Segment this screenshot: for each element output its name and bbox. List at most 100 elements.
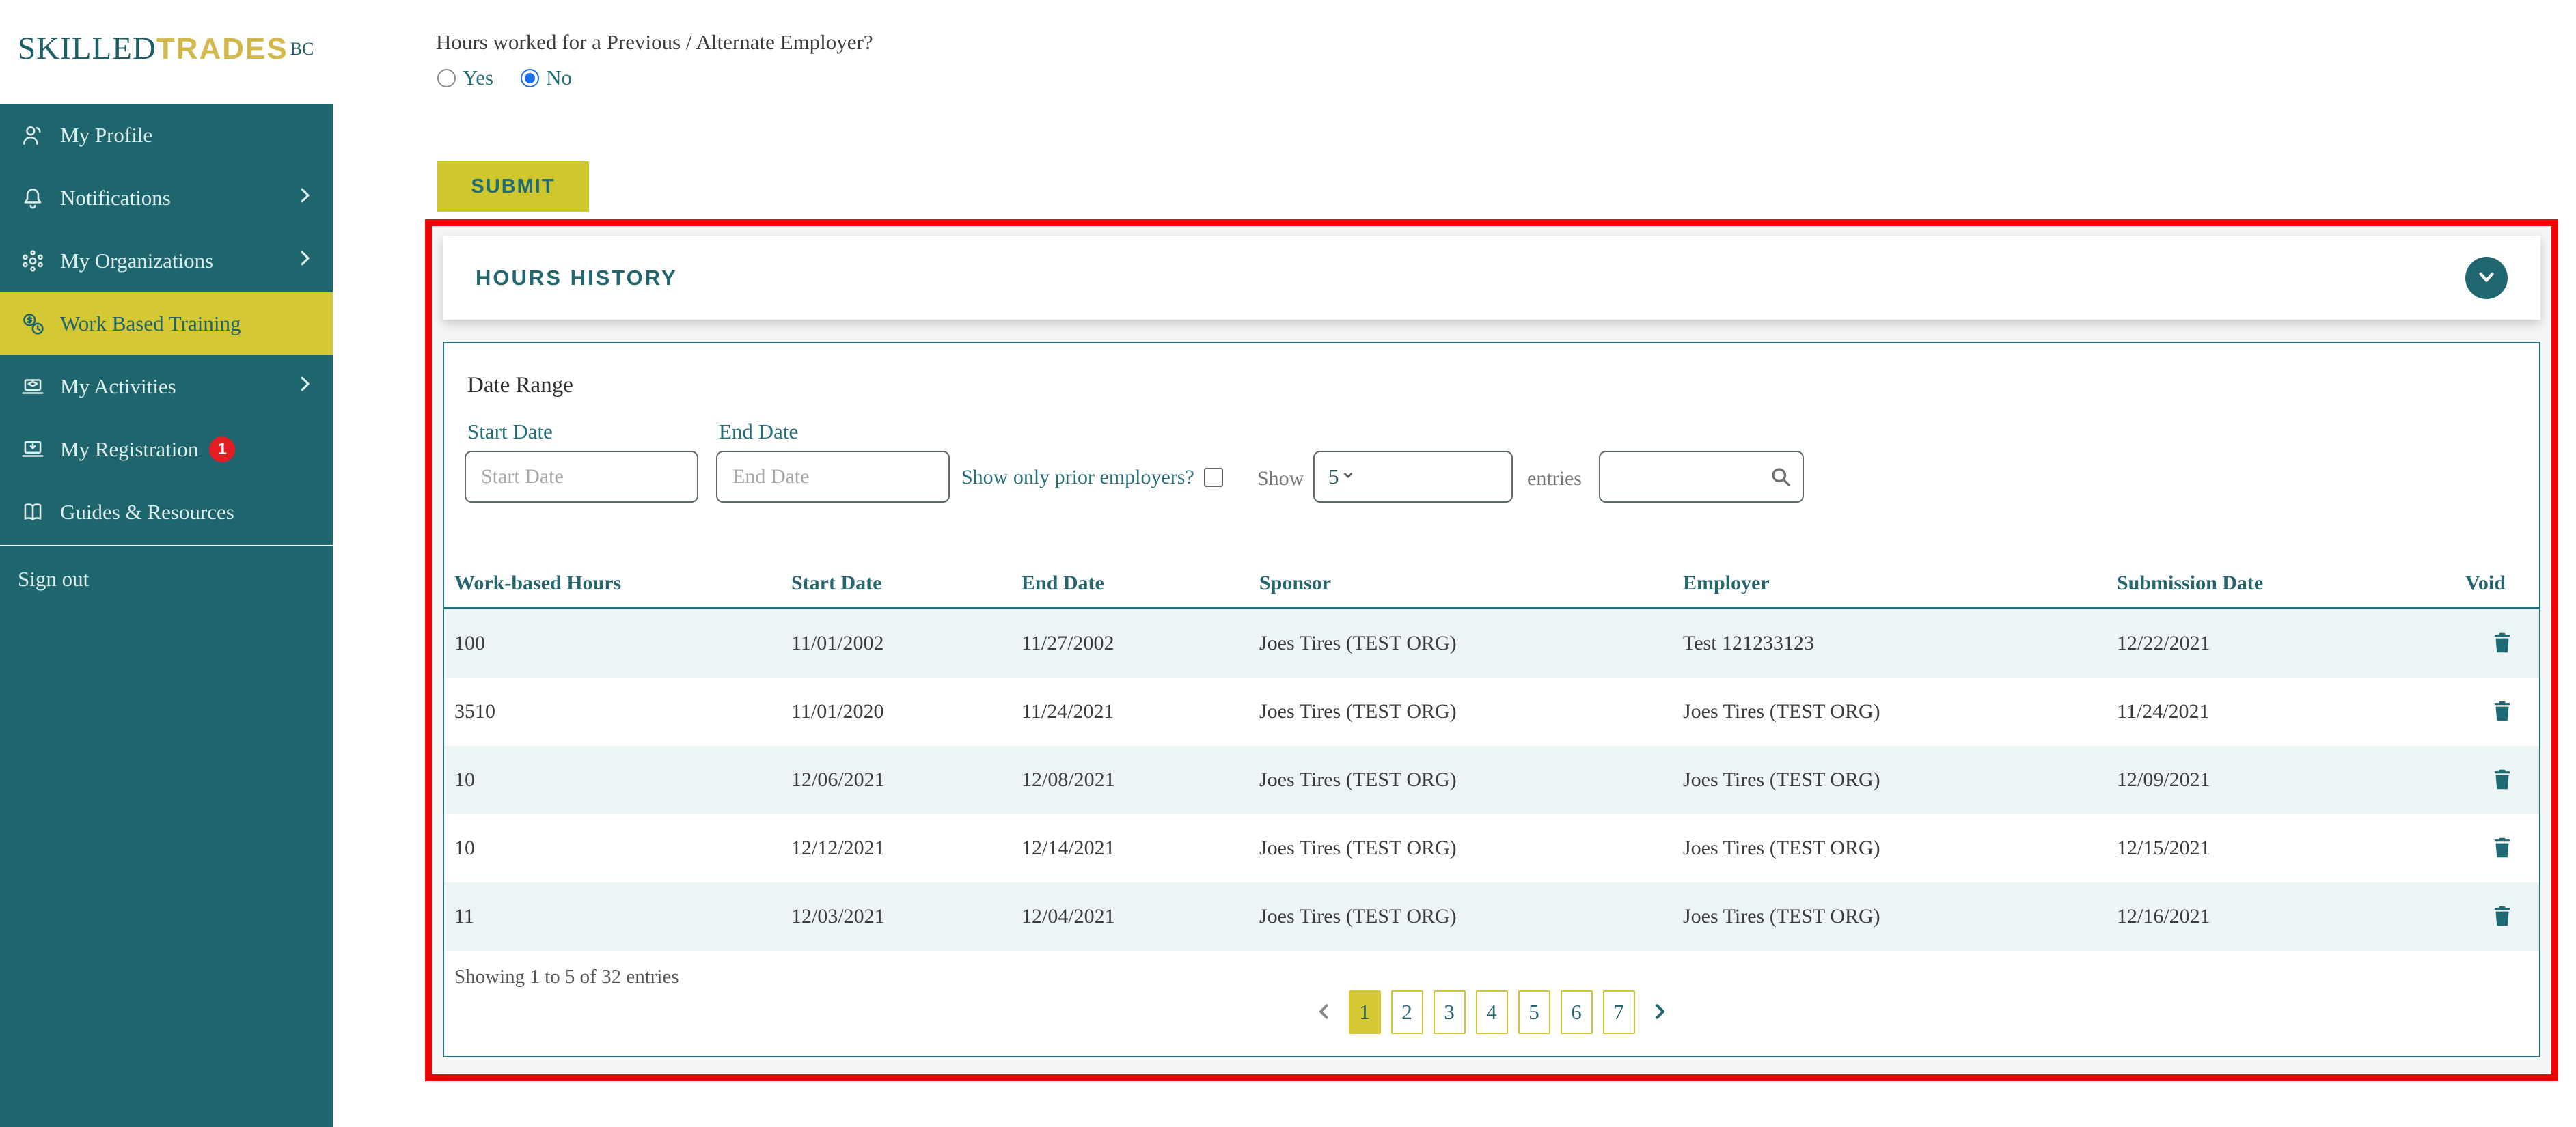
- submit-button[interactable]: SUBMIT: [437, 161, 589, 212]
- sidebar-item-my-profile[interactable]: My Profile: [0, 104, 333, 167]
- cell-end-date: 12/14/2021: [1022, 837, 1115, 859]
- table-header-row: Work-based Hours Start Date End Date Spo…: [444, 560, 2539, 609]
- hours-history-table: Work-based Hours Start Date End Date Spo…: [444, 560, 2539, 951]
- page-size-select[interactable]: 5: [1313, 451, 1513, 503]
- radio-option-no[interactable]: No: [521, 66, 572, 90]
- sidebar-item-my-registration[interactable]: My Registration 1: [0, 418, 333, 481]
- cell-sponsor: Joes Tires (TEST ORG): [1259, 837, 1457, 859]
- void-trash-button[interactable]: [2489, 629, 2515, 658]
- radio-yes-label[interactable]: Yes: [463, 66, 493, 90]
- void-trash-button[interactable]: [2489, 697, 2515, 727]
- radio-option-yes[interactable]: Yes: [437, 66, 493, 90]
- table-row: 10 12/06/2021 12/08/2021 Joes Tires (TES…: [444, 746, 2539, 814]
- cell-end-date: 11/27/2002: [1022, 632, 1114, 654]
- cell-sponsor: Joes Tires (TEST ORG): [1259, 905, 1457, 928]
- chevron-right-icon: [294, 374, 315, 400]
- previous-employer-options: Yes No: [437, 66, 572, 90]
- end-date-input[interactable]: [716, 451, 950, 503]
- hours-history-panel: Date Range Start Date End Date Show only…: [443, 342, 2540, 1057]
- bell-icon: [19, 184, 46, 212]
- cell-sponsor: Joes Tires (TEST ORG): [1259, 632, 1457, 654]
- sign-out-button[interactable]: Sign out: [0, 548, 333, 611]
- entries-label: entries: [1527, 467, 1582, 490]
- cell-start-date: 12/06/2021: [791, 768, 885, 791]
- cell-start-date: 11/01/2020: [791, 700, 884, 723]
- cell-employer: Joes Tires (TEST ORG): [1683, 837, 1880, 859]
- cell-sponsor: Joes Tires (TEST ORG): [1259, 768, 1457, 791]
- collapse-toggle-button[interactable]: [2465, 256, 2508, 299]
- page-button-2[interactable]: 2: [1390, 990, 1423, 1034]
- cell-employer: Joes Tires (TEST ORG): [1683, 768, 1880, 791]
- cell-submission-date: 12/15/2021: [2117, 837, 2210, 859]
- trash-icon: [2489, 906, 2515, 932]
- sidebar-item-label: Guides & Resources: [60, 500, 234, 524]
- previous-page-button[interactable]: [1310, 1001, 1339, 1024]
- cell-start-date: 12/03/2021: [791, 905, 885, 928]
- void-trash-button[interactable]: [2489, 766, 2515, 795]
- page-size-value: 5: [1328, 464, 1339, 488]
- sidebar-divider: [0, 545, 333, 546]
- void-trash-button[interactable]: [2489, 834, 2515, 863]
- col-header-submission-date[interactable]: Submission Date: [2107, 560, 2455, 607]
- show-label: Show: [1257, 467, 1304, 490]
- work-training-icon: [19, 310, 46, 337]
- void-trash-button[interactable]: [2489, 902, 2515, 932]
- previous-employer-question: Hours worked for a Previous / Alternate …: [436, 30, 873, 54]
- sidebar-item-my-activities[interactable]: My Activities: [0, 355, 333, 418]
- col-header-employer[interactable]: Employer: [1673, 560, 2107, 607]
- cell-hours: 10: [454, 768, 475, 791]
- radio-no-label[interactable]: No: [546, 66, 572, 90]
- trash-icon: [2489, 632, 2515, 658]
- hours-history-highlight-region: HOURS HISTORY Date Range Start Date End …: [425, 219, 2558, 1081]
- sidebar-item-label: My Organizations: [60, 249, 214, 273]
- col-header-end-date[interactable]: End Date: [1011, 560, 1249, 607]
- sidebar-item-label: My Activities: [60, 374, 176, 398]
- hours-history-header: HOURS HISTORY: [443, 236, 2540, 320]
- cell-submission-date: 12/16/2021: [2117, 905, 2210, 928]
- radio-yes[interactable]: [437, 68, 456, 87]
- sidebar-item-work-based-training[interactable]: Work Based Training: [0, 292, 333, 355]
- chevron-right-icon: [294, 248, 315, 274]
- table-row: 11 12/03/2021 12/04/2021 Joes Tires (TES…: [444, 882, 2539, 951]
- prior-employers-filter: Show only prior employers?: [961, 466, 1223, 489]
- page-button-5[interactable]: 5: [1518, 990, 1550, 1034]
- prior-employers-label: Show only prior employers?: [961, 466, 1194, 488]
- registration-icon: [19, 436, 46, 463]
- cell-employer: Joes Tires (TEST ORG): [1683, 700, 1880, 723]
- hours-history-title: HOURS HISTORY: [476, 265, 678, 290]
- page-button-1[interactable]: 1: [1348, 990, 1381, 1034]
- logo-skilled: SKILLED: [18, 31, 156, 66]
- cell-hours: 11: [454, 905, 474, 928]
- logo-trades: TRADES: [156, 32, 288, 66]
- trash-icon: [2489, 769, 2515, 795]
- cell-end-date: 12/08/2021: [1022, 768, 1115, 791]
- radio-no[interactable]: [521, 68, 540, 87]
- page-button-7[interactable]: 7: [1602, 990, 1635, 1034]
- col-header-void[interactable]: Void: [2455, 560, 2539, 607]
- col-header-start-date[interactable]: Start Date: [781, 560, 1011, 607]
- page-button-3[interactable]: 3: [1433, 990, 1466, 1034]
- prior-employers-checkbox[interactable]: [1203, 468, 1223, 487]
- chevron-down-icon: [2475, 265, 2498, 290]
- date-range-heading: Date Range: [467, 373, 573, 398]
- next-page-button[interactable]: [1645, 1001, 1674, 1024]
- activities-icon: [19, 373, 46, 400]
- start-date-input[interactable]: [465, 451, 698, 503]
- sidebar-item-guides-resources[interactable]: Guides & Resources: [0, 481, 333, 544]
- notification-count-badge: 1: [209, 436, 236, 462]
- sidebar-item-notifications[interactable]: Notifications: [0, 167, 333, 229]
- sidebar-item-label: Work Based Training: [60, 311, 241, 335]
- skilledtradesbc-logo[interactable]: SKILLEDTRADES BC: [18, 30, 314, 67]
- col-header-work-based-hours[interactable]: Work-based Hours: [444, 560, 781, 607]
- sidebar-item-my-organizations[interactable]: My Organizations: [0, 229, 333, 292]
- table-row: 3510 11/01/2020 11/24/2021 Joes Tires (T…: [444, 678, 2539, 746]
- page-button-4[interactable]: 4: [1475, 990, 1508, 1034]
- sidebar-item-label: My Profile: [60, 123, 153, 147]
- table-row: 10 12/12/2021 12/14/2021 Joes Tires (TES…: [444, 814, 2539, 882]
- end-date-label: End Date: [719, 419, 799, 443]
- trash-icon: [2489, 837, 2515, 863]
- page-button-6[interactable]: 6: [1560, 990, 1593, 1034]
- cell-submission-date: 12/22/2021: [2117, 632, 2210, 654]
- person-icon: [19, 122, 46, 149]
- col-header-sponsor[interactable]: Sponsor: [1249, 560, 1673, 607]
